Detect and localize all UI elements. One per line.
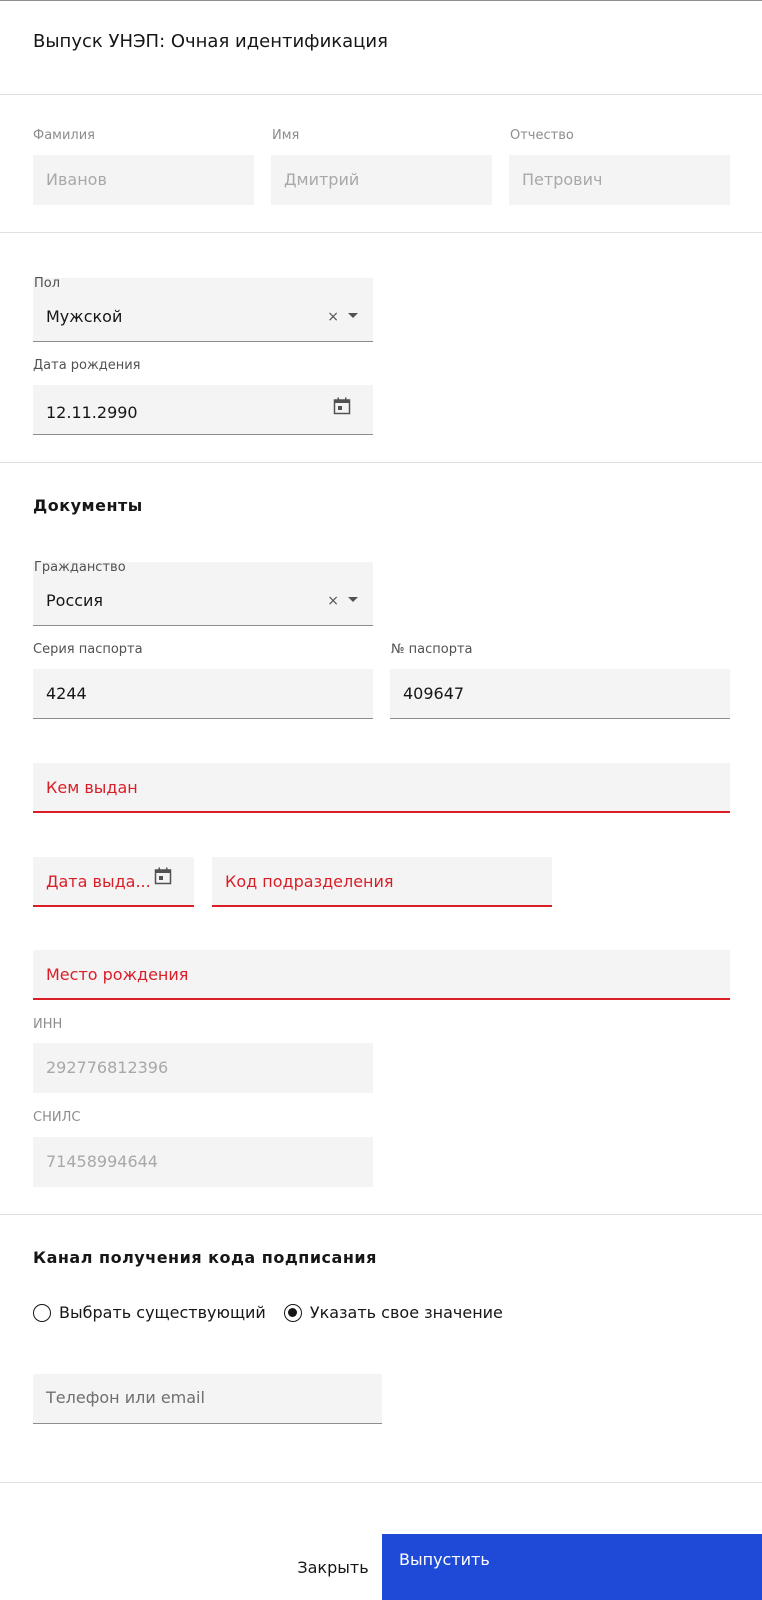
chevron-down-icon[interactable] [348,313,358,318]
passport-number-value: 409647 [403,684,465,703]
division-code-placeholder: Код подразделения [225,872,394,891]
last-name-value: Иванов [46,170,107,189]
divider [0,462,762,463]
snils-field: 71458994644 [33,1137,373,1187]
close-button[interactable]: Закрыть [283,1534,383,1600]
middle-name-label: Отчество [510,128,574,143]
contact-field[interactable]: Телефон или email [33,1374,382,1424]
middle-name-field: Петрович [509,155,730,205]
modal-title: Выпуск УНЭП: Очная идентификация [33,31,388,52]
birth-place-field[interactable]: Место рождения [33,950,730,1000]
middle-name-value: Петрович [522,170,603,189]
issued-by-field[interactable]: Кем выдан [33,763,730,813]
radio-select-existing[interactable]: Выбрать существующий [33,1303,266,1322]
chevron-down-icon[interactable] [348,597,358,602]
issue-date-placeholder: Дата выда... [46,872,151,891]
submit-button[interactable]: Выпустить [382,1534,762,1600]
signing-channel-section-title: Канал получения кода подписания [33,1248,377,1267]
inn-value: 292776812396 [46,1058,169,1077]
citizenship-select[interactable]: Гражданство Россия × [33,560,373,626]
calendar-icon[interactable] [333,397,351,415]
radio-circle-checked[interactable] [283,1303,302,1322]
radio-label: Указать свое значение [309,1303,503,1322]
last-name-label: Фамилия [33,128,95,143]
divider [0,94,762,95]
radio-custom-value[interactable]: Указать свое значение [283,1303,503,1322]
divider [0,232,762,233]
divider [0,1482,762,1483]
divider [0,1214,762,1215]
gender-label: Пол [34,276,61,291]
clear-icon[interactable]: × [327,591,339,611]
division-code-field[interactable]: Код подразделения [212,857,552,907]
first-name-field: Дмитрий [271,155,492,205]
first-name-label: Имя [272,128,300,143]
inn-field: 292776812396 [33,1043,373,1093]
top-border [0,0,762,1]
first-name-value: Дмитрий [284,170,360,189]
contact-placeholder: Телефон или email [46,1388,205,1407]
snils-label: СНИЛС [33,1110,81,1125]
inn-label: ИНН [33,1017,63,1032]
citizenship-label: Гражданство [34,560,126,575]
documents-section-title: Документы [33,496,143,515]
issued-by-placeholder: Кем выдан [46,778,138,797]
passport-series-label: Серия паспорта [33,642,143,657]
passport-number-field[interactable]: 409647 [390,669,730,719]
passport-number-label: № паспорта [391,642,473,657]
passport-series-value: 4244 [46,684,87,703]
gender-select[interactable]: Пол Мужской × [33,276,373,342]
radio-circle[interactable] [33,1303,51,1322]
birth-date-value: 12.11.2990 [46,403,138,422]
clear-icon[interactable]: × [327,307,339,327]
citizenship-value: Россия [46,591,104,610]
birth-date-label: Дата рождения [33,358,141,373]
birth-date-field[interactable]: 12.11.2990 [33,385,373,435]
calendar-icon[interactable] [154,867,172,885]
issue-date-field[interactable]: Дата выда... [33,857,194,907]
snils-value: 71458994644 [46,1152,158,1171]
passport-series-field[interactable]: 4244 [33,669,373,719]
gender-value: Мужской [46,307,123,326]
last-name-field: Иванов [33,155,254,205]
signing-channel-radio-group: Выбрать существующий Указать свое значен… [33,1303,521,1322]
radio-label: Выбрать существующий [59,1303,266,1322]
birth-place-placeholder: Место рождения [46,965,189,984]
